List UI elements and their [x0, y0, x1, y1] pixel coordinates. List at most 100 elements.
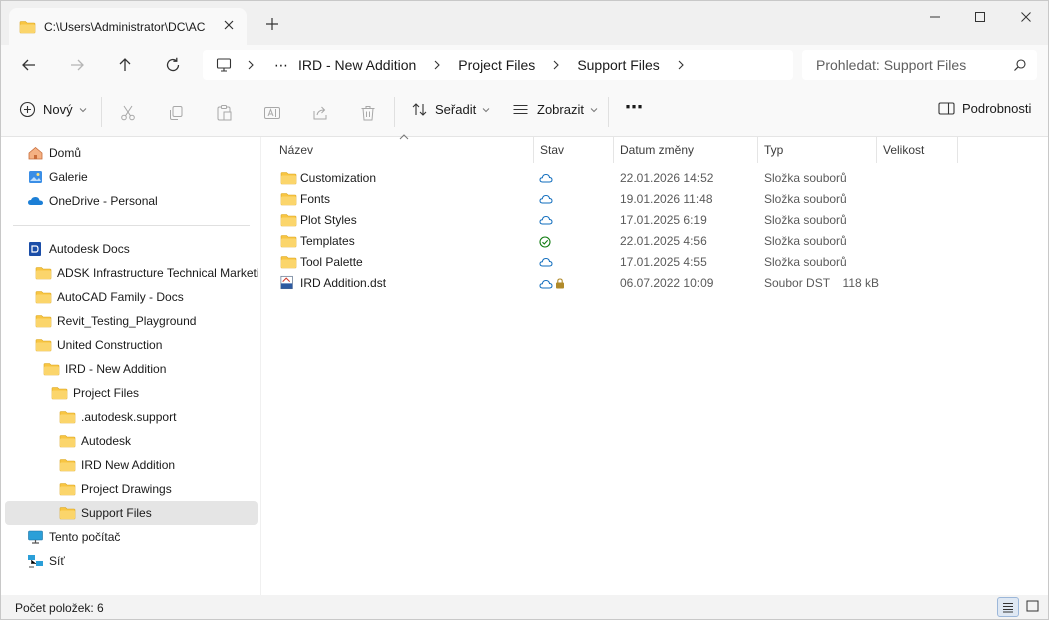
details-view-button[interactable] — [997, 597, 1019, 617]
folder-icon — [35, 339, 52, 352]
close-window-icon[interactable] — [1014, 7, 1038, 27]
sidebar-item-label: Autodesk Docs — [49, 242, 130, 256]
chevron-right-icon[interactable] — [426, 58, 448, 72]
search-icon[interactable] — [1013, 58, 1027, 72]
sidebar-item-revit-testing-playground[interactable]: Revit_Testing_Playground — [35, 309, 258, 333]
column-divider[interactable] — [957, 137, 958, 163]
new-tab-icon[interactable] — [263, 15, 281, 33]
column-header-modified[interactable]: Datum změny — [612, 137, 757, 163]
chevron-right-icon[interactable] — [545, 58, 567, 72]
file-row[interactable]: Fonts 19.01.2026 11:48 Složka souborů — [271, 189, 971, 210]
delete-icon[interactable] — [359, 104, 377, 122]
folder-icon — [59, 483, 76, 496]
sidebar-item-autodesk[interactable]: Autodesk — [59, 429, 258, 453]
view-button[interactable]: Zobrazit — [512, 101, 598, 118]
paste-icon[interactable] — [215, 104, 233, 122]
navigation-pane: Domů Galerie OneDrive - Personal Autodesk D… — [1, 137, 261, 595]
address-overflow-button[interactable]: ⋯ — [270, 57, 292, 74]
close-tab-icon[interactable] — [221, 17, 237, 33]
sort-button[interactable]: Seřadit — [411, 101, 490, 118]
cut-icon[interactable] — [119, 104, 137, 122]
sidebar-item-label: OneDrive - Personal — [49, 194, 158, 208]
file-type: Soubor DST — [764, 276, 831, 290]
details-view-icon — [1003, 603, 1013, 613]
back-arrow-icon[interactable] — [18, 54, 40, 76]
file-type: Složka souborů — [764, 192, 847, 206]
network-icon — [28, 555, 43, 568]
tab-current[interactable]: C:\Users\Administrator\DC\AC — [9, 8, 247, 45]
new-button[interactable]: Nový — [19, 101, 87, 118]
file-modified: 17.01.2025 6:19 — [620, 213, 707, 227]
sidebar-item-autocad-family-docs[interactable]: AutoCAD Family - Docs — [35, 285, 258, 309]
forward-arrow-icon[interactable] — [66, 54, 88, 76]
column-header-size[interactable]: Velikost — [875, 137, 957, 163]
file-row[interactable]: Tool Palette 17.01.2025 4:55 Složka soubor… — [271, 252, 971, 273]
file-modified: 17.01.2025 4:55 — [620, 255, 707, 269]
maximize-icon[interactable] — [968, 7, 992, 27]
sidebar-item-autodesk-support[interactable]: .autodesk.support — [59, 405, 258, 429]
folder-icon — [280, 193, 297, 206]
file-modified: 22.01.2025 4:56 — [620, 234, 707, 248]
address-bar[interactable]: ⋯ IRD - New Addition Project Files Suppo… — [203, 50, 793, 80]
sidebar-item-autodesk-docs[interactable]: Autodesk Docs — [27, 237, 258, 261]
file-row[interactable]: Plot Styles 17.01.2025 6:19 Složka souborů — [271, 210, 971, 231]
file-name: IRD Addition.dst — [300, 276, 387, 290]
details-pane-button[interactable]: Podrobnosti — [938, 101, 1031, 116]
file-explorer-window: C:\Users\Administrator\DC\AC ⋯ IRD - New… — [0, 0, 1049, 620]
this-pc-icon — [28, 530, 43, 544]
up-arrow-icon[interactable] — [114, 54, 136, 76]
more-options-button[interactable]: ⋯ — [625, 97, 643, 118]
file-row[interactable]: Templates 22.01.2025 4:56 Složka souborů — [271, 231, 971, 252]
search-input[interactable]: Prohledat: Support Files — [816, 57, 966, 73]
item-count: Počet položek: 6 — [15, 601, 104, 615]
folder-icon — [59, 459, 76, 472]
folder-icon — [35, 291, 52, 304]
dst-file-icon — [280, 275, 293, 290]
sort-icon — [412, 103, 427, 116]
sidebar-item-adsk-infrastructure-technical-marketing[interactable]: ADSK Infrastructure Technical Marketing — [35, 261, 258, 285]
sidebar-item-ird-new-addition[interactable]: IRD New Addition — [59, 453, 258, 477]
navigation-bar: ⋯ IRD - New Addition Project Files Suppo… — [1, 45, 1048, 85]
search-box[interactable]: Prohledat: Support Files — [802, 50, 1037, 80]
file-row[interactable]: IRD Addition.dst 06.07.2022 10:09 Soubor D… — [271, 273, 971, 294]
computer-icon[interactable] — [216, 57, 232, 73]
tiles-view-button[interactable] — [1022, 597, 1044, 617]
cloud-available-icon — [539, 257, 553, 267]
sidebar-item-label: Project Drawings — [81, 482, 172, 496]
file-row[interactable]: Customization 22.01.2026 14:52 Složka soub… — [271, 168, 971, 189]
file-modified: 22.01.2026 14:52 — [620, 171, 714, 185]
chevron-right-icon[interactable] — [670, 58, 692, 72]
file-name: Tool Palette — [300, 255, 363, 269]
sidebar-item-onedrive-personal[interactable]: OneDrive - Personal — [27, 189, 258, 213]
breadcrumb-ird-new-addition[interactable]: IRD - New Addition — [298, 57, 416, 73]
sidebar-item-galerie[interactable]: Galerie — [27, 165, 258, 189]
autodesk-docs-icon — [29, 242, 41, 256]
minimize-icon[interactable] — [923, 7, 947, 27]
sidebar-item-s[interactable]: Síť — [27, 549, 258, 573]
sidebar-item-tento-po-ta[interactable]: Tento počítač — [27, 525, 258, 549]
sidebar-item-project-files[interactable]: Project Files — [51, 381, 258, 405]
sidebar-item-united-construction[interactable]: United Construction — [35, 333, 258, 357]
file-name: Customization — [300, 171, 377, 185]
breadcrumb-support-files[interactable]: Support Files — [577, 57, 659, 73]
rename-icon[interactable] — [263, 104, 281, 122]
folder-icon — [43, 363, 60, 376]
copy-icon[interactable] — [167, 104, 185, 122]
folder-icon — [280, 172, 297, 185]
toolbar-divider — [608, 97, 609, 127]
chevron-right-icon[interactable] — [240, 58, 262, 72]
sidebar-item-label: AutoCAD Family - Docs — [57, 290, 184, 304]
refresh-icon[interactable] — [162, 54, 184, 76]
column-header-type[interactable]: Typ — [756, 137, 876, 163]
column-header-status[interactable]: Stav — [532, 137, 613, 163]
sidebar-item-ird-new-addition[interactable]: IRD - New Addition — [43, 357, 258, 381]
sidebar-item-support-files[interactable]: Support Files — [5, 501, 258, 525]
sidebar-item-dom[interactable]: Domů — [27, 141, 258, 165]
sidebar-item-project-drawings[interactable]: Project Drawings — [59, 477, 258, 501]
breadcrumb-project-files[interactable]: Project Files — [458, 57, 535, 73]
view-list-icon — [513, 104, 528, 115]
sidebar-item-label: IRD - New Addition — [65, 362, 167, 376]
column-header-name[interactable]: Název — [271, 137, 533, 163]
file-name: Templates — [300, 234, 355, 248]
share-icon[interactable] — [311, 104, 329, 122]
